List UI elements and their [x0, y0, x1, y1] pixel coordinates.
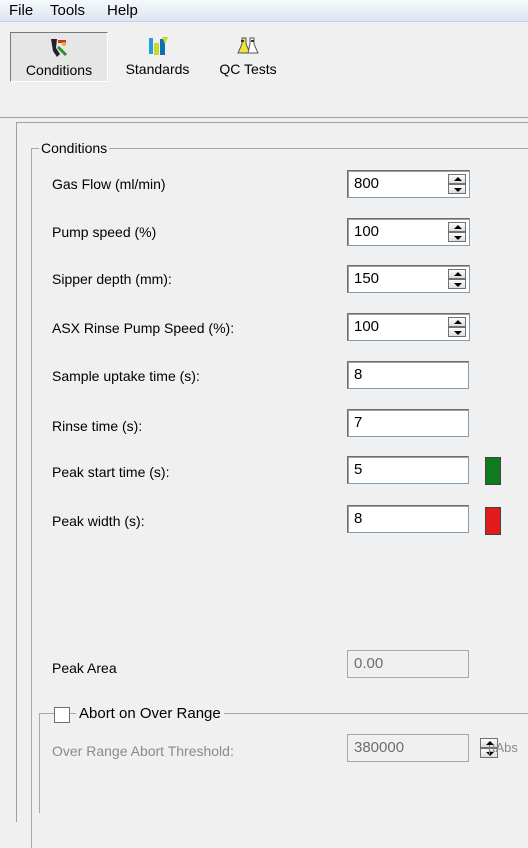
standards-label: Standards [125, 61, 190, 77]
peak-area-value: 0.00 [354, 655, 384, 672]
peak-start-label: Peak start time (s): [52, 464, 170, 480]
rinse-time-input[interactable]: 7 [347, 409, 469, 437]
qc-tests-tab-button[interactable]: QC Tests [212, 32, 284, 82]
gas-flow-label: Gas Flow (ml/min) [52, 176, 166, 192]
sample-uptake-label: Sample uptake time (s): [52, 368, 200, 384]
asx-rinse-value: 100 [354, 318, 380, 335]
threshold-label: Over Range Abort Threshold: [52, 743, 234, 759]
standards-icon [146, 35, 170, 59]
peak-width-value: 8 [354, 510, 363, 527]
threshold-input[interactable]: 380000 [347, 734, 498, 762]
peak-width-color-swatch[interactable] [485, 507, 501, 535]
menu-help[interactable]: Help [104, 2, 141, 19]
conditions-label: Conditions [25, 62, 93, 78]
menu-tools[interactable]: Tools [47, 2, 88, 19]
gas-flow-value: 800 [354, 175, 380, 192]
conditions-group-title: Conditions [39, 140, 110, 156]
qc-tests-label: QC Tests [219, 61, 277, 77]
sipper-depth-spinner[interactable] [448, 269, 466, 289]
pump-speed-label: Pump speed (%) [52, 224, 157, 240]
pump-speed-spinner[interactable] [448, 222, 466, 242]
peak-area-display: 0.00 [347, 650, 469, 678]
toolbar-divider [0, 117, 528, 118]
abort-checkbox-label[interactable]: Abort on Over Range [76, 705, 224, 722]
standards-tab-button[interactable]: Standards [115, 32, 200, 82]
rinse-time-value: 7 [354, 414, 363, 431]
menu-file[interactable]: File [6, 2, 36, 19]
pump-speed-value: 100 [354, 223, 380, 240]
pump-speed-input[interactable]: 100 [347, 218, 470, 246]
abort-groupbox [39, 713, 528, 813]
gas-flow-spinner[interactable] [448, 174, 466, 194]
rinse-time-label: Rinse time (s): [52, 418, 143, 434]
asx-rinse-input[interactable]: 100 [347, 313, 470, 341]
abort-checkbox[interactable] [54, 707, 70, 723]
gas-flow-input[interactable]: 800 [347, 170, 470, 198]
peak-start-input[interactable]: 5 [347, 456, 469, 484]
peak-start-color-swatch[interactable] [485, 457, 501, 485]
menu-bar: File Tools Help [0, 0, 528, 22]
sipper-depth-value: 150 [354, 270, 380, 287]
peak-width-label: Peak width (s): [52, 513, 145, 529]
sipper-depth-input[interactable]: 150 [347, 265, 470, 293]
sample-uptake-value: 8 [354, 366, 363, 383]
sample-uptake-input[interactable]: 8 [347, 361, 469, 389]
peak-width-input[interactable]: 8 [347, 505, 469, 533]
asx-rinse-label: ASX Rinse Pump Speed (%): [52, 320, 235, 336]
threshold-value: 380000 [354, 739, 405, 756]
conditions-icon [47, 36, 71, 60]
sipper-depth-label: Sipper depth (mm): [52, 271, 172, 287]
conditions-tab-button[interactable]: Conditions [10, 32, 108, 82]
qc-tests-icon [236, 35, 260, 59]
threshold-unit: µAbs [488, 740, 518, 755]
peak-area-label: Peak Area [52, 660, 117, 676]
asx-rinse-spinner[interactable] [448, 317, 466, 337]
peak-start-value: 5 [354, 461, 363, 478]
